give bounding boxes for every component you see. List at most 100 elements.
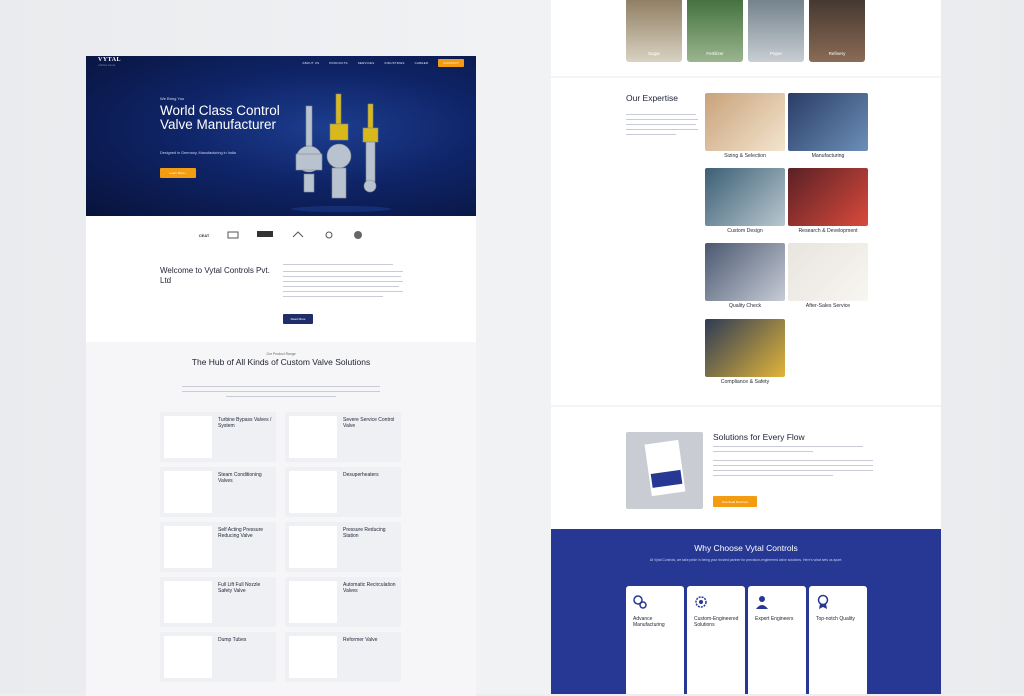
feature-card: Custom-Engineered Solutions [687,586,745,694]
text-line [626,124,696,126]
product-card[interactable]: Turbine Bypass Valves / System [160,412,276,462]
nav-about[interactable]: ABOUT US [302,61,319,65]
hero-button-label: Learn More [169,171,185,175]
product-image [164,416,212,458]
product-card[interactable]: Full Lift Full Nozzle Safety Valve [160,577,276,627]
product-image [289,636,337,678]
homepage-left-screenshot: We Bring You World Class Control Valve M… [86,56,476,696]
why-title: Why Choose Vytal Controls [694,543,798,553]
product-card[interactable]: Automatic Recirculation Valves [285,577,401,627]
text-line [713,451,813,453]
hero-subtitle: Designed in Germany, Manufacturing in In… [160,151,236,155]
client-logo-ceat: CEAT [198,232,210,238]
industry-label: Sugar [647,51,660,56]
text-line [626,114,696,116]
quality-badge-icon [817,594,829,609]
expertise-image-manufacturing [788,93,868,151]
engineer-icon [756,596,768,609]
expertise-image-custom-design [705,168,785,226]
nav-services[interactable]: SERVICES [358,61,375,65]
expertise-image-after-sales [788,243,868,301]
logo-tagline: CONTROL VALVES [98,65,116,67]
product-title: Severe Service Control Valve [343,417,395,429]
product-title: Reformer Valve [343,637,378,643]
text-line [283,276,401,278]
industry-label: Fertilizer [706,51,724,56]
text-line [626,119,698,121]
expertise-label: Compliance & Safety [720,379,770,385]
welcome-section: Welcome to Vytal Controls Pvt. Ltd Read … [86,254,476,342]
feature-title: Advance Manufacturing [633,616,665,628]
product-card[interactable]: Pressure Reducing Station [285,522,401,572]
feature-title: Expert Engineers [755,616,794,622]
vytal-logo[interactable]: VYTAL CONTROL VALVES [98,57,121,69]
product-image [289,526,337,568]
expertise-label: Sizing & Selection [724,153,766,159]
industry-tile-paper[interactable]: Paper [748,0,804,62]
product-card[interactable]: Desuperheaters [285,467,401,517]
text-line [713,470,873,472]
nav-products[interactable]: PRODUCTS [329,61,347,65]
expertise-image-research [788,168,868,226]
text-line [713,446,863,448]
text-line [283,271,403,273]
feature-card: Advance Manufacturing [626,586,684,694]
nav-career[interactable]: CAREER [415,61,429,65]
section-divider [551,405,941,407]
feature-card: Top-notch Quality [809,586,867,694]
feature-title: Top-notch Quality [816,616,855,622]
product-card[interactable]: Self Acting Pressure Reducing Valve [160,522,276,572]
industry-label: Refinery [828,51,846,56]
welcome-title: Welcome to Vytal Controls Pvt. Ltd [160,266,270,285]
hero-learn-more-button[interactable]: Learn More › [160,168,196,178]
hero-title: World Class Control Valve Manufacturer [160,103,280,132]
product-title: Steam Conditioning Valves [218,472,262,484]
product-title: Turbine Bypass Valves / System [218,417,272,429]
text-line [283,286,399,288]
product-image [289,471,337,513]
valve-products-image [291,93,391,212]
text-line [713,465,873,467]
client-logo-6 [354,231,363,239]
industry-tile-sugar[interactable]: Sugar [626,0,682,62]
client-logo-5 [325,231,333,239]
expertise-image-quality [705,243,785,301]
industry-tile-fertilizer[interactable]: Fertilizer [687,0,743,62]
product-title: Desuperheaters [343,472,379,478]
text-line [283,281,403,283]
product-image [289,416,337,458]
product-image [164,636,212,678]
text-line [713,475,833,477]
brochure-image [626,432,703,509]
product-card[interactable]: Steam Conditioning Valves [160,467,276,517]
main-navigation: VYTAL CONTROL VALVES ABOUT US PRODUCTS SE… [86,56,476,70]
product-title: Dump Tubes [218,637,247,643]
expertise-label: Research & Development [798,228,858,234]
product-card[interactable]: Dump Tubes [160,632,276,682]
why-subtitle: At Vytal Controls, we take pride in bein… [649,558,843,562]
product-image [289,581,337,623]
expertise-label: Quality Check [728,303,762,309]
product-title: Full Lift Full Nozzle Safety Valve [218,582,261,594]
text-line [182,391,380,393]
product-title: Automatic Recirculation Valves [343,582,396,594]
brochure-icon [644,439,686,497]
text-line [626,134,676,136]
download-brochure-button[interactable]: Download Brochure [713,496,757,507]
product-title: Pressure Reducing Station [343,527,386,539]
expertise-image-sizing [705,93,785,151]
nav-contact-button[interactable]: CONTACT [438,59,464,67]
homepage-right-screenshot: Sugar Fertilizer Paper Refinery Our Expe… [551,0,941,694]
product-card[interactable]: Severe Service Control Valve [285,412,401,462]
gears-icon [633,595,647,609]
text-line [283,264,393,266]
hub-title: The Hub of All Kinds of Custom Valve Sol… [191,357,371,367]
industry-tile-refinery[interactable]: Refinery [809,0,865,62]
nav-industries[interactable]: INDUSTRIES [384,61,404,65]
feature-title: Custom-Engineered Solutions [694,616,739,628]
expertise-image-compliance [705,319,785,377]
text-line [626,129,698,131]
product-card[interactable]: Reformer Valve [285,632,401,682]
expertise-label: After-Sales Service [805,303,851,309]
read-more-button[interactable]: Read More [283,314,313,324]
